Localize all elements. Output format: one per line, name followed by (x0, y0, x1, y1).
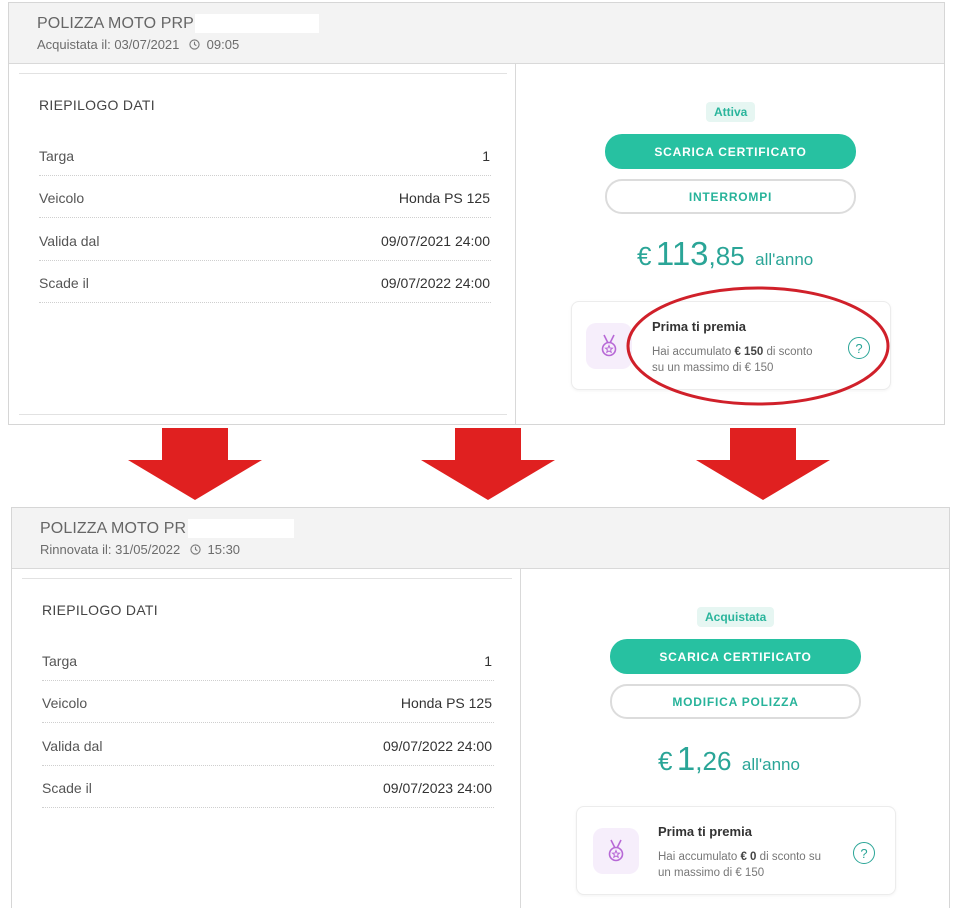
renewal-label: Rinnovata il: (40, 542, 112, 557)
row-value-valida: 09/07/2022 24:00 (383, 738, 492, 754)
price-decimal: ,85 (708, 241, 745, 271)
download-certificate-button[interactable]: SCARICA CERTIFICATO (605, 134, 856, 169)
renewal-info: Rinnovata il: 31/05/2022 15:30 (40, 542, 240, 557)
divider (22, 578, 512, 579)
row-separator (42, 680, 494, 681)
redaction-mask (188, 519, 294, 538)
modify-policy-button[interactable]: MODIFICA POLIZZA (610, 684, 861, 719)
purchase-time: 09:05 (206, 37, 240, 52)
row-label-veicolo: Veicolo (39, 190, 85, 206)
divider (19, 414, 507, 415)
row-label-veicolo: Veicolo (42, 695, 88, 711)
download-certificate-button[interactable]: SCARICA CERTIFICATO (610, 639, 861, 674)
policy-title: POLIZZA MOTO PRP (37, 15, 194, 32)
price-period: all'anno (755, 250, 814, 269)
summary-title: RIEPILOGO DATI (39, 97, 155, 113)
row-value-scade: 09/07/2022 24:00 (381, 275, 490, 291)
redaction-mask (195, 14, 319, 33)
row-value-valida: 09/07/2021 24:00 (381, 233, 490, 249)
medal-icon (601, 334, 617, 357)
row-separator (42, 807, 494, 808)
highlight-ellipse (626, 286, 890, 406)
policy-header: POLIZZA MOTO PR Rinnovata il: 31/05/2022… (12, 508, 949, 569)
reward-icon-box (593, 828, 639, 874)
reward-title: Prima ti premia (658, 824, 752, 839)
reward-box: Prima ti premia Hai accumulato € 0 di sc… (576, 806, 896, 895)
row-separator (39, 175, 491, 176)
row-label-targa: Targa (39, 148, 75, 164)
price-currency: € (637, 241, 652, 271)
price-currency: € (658, 746, 673, 776)
price-integer: 113 (655, 235, 709, 272)
interrupt-button[interactable]: INTERROMPI (605, 179, 856, 214)
row-label-scade: Scade il (39, 275, 89, 291)
price: € 113,85 all'anno (637, 235, 813, 273)
reward-pre: Hai accumulato (658, 851, 738, 863)
clock-icon (189, 39, 200, 50)
help-icon[interactable]: ? (853, 842, 875, 864)
policy-card-2: POLIZZA MOTO PR Rinnovata il: 31/05/2022… (11, 507, 950, 908)
divider (19, 73, 507, 74)
row-value-veicolo: Honda PS 125 (400, 695, 492, 711)
summary-panel: RIEPILOGO DATI Targa 1 Veicolo Honda PS … (9, 64, 516, 424)
status-badge: Acquistata (697, 607, 775, 627)
row-value-targa: 1 (484, 653, 492, 669)
policy-header: POLIZZA MOTO PRP Acquistata il: 03/07/20… (9, 3, 944, 64)
purchase-info: Acquistata il: 03/07/2021 09:05 (37, 37, 239, 52)
summary-title: RIEPILOGO DATI (42, 602, 158, 618)
row-separator (39, 302, 491, 303)
row-label-targa: Targa (42, 653, 78, 669)
status-badge: Attiva (706, 102, 756, 122)
renewal-date: 31/05/2022 (115, 542, 181, 557)
arrow-down-icon (421, 428, 555, 500)
row-separator (39, 217, 491, 218)
price-integer: 1 (676, 740, 696, 777)
arrow-down-icon (128, 428, 262, 500)
row-label-valida: Valida dal (39, 233, 100, 249)
purchase-label: Acquistata il: (37, 37, 111, 52)
row-label-scade: Scade il (42, 780, 92, 796)
summary-panel: RIEPILOGO DATI Targa 1 Veicolo Honda PS … (12, 569, 521, 908)
clock-icon (190, 544, 201, 555)
row-label-valida: Valida dal (42, 738, 103, 754)
renewal-time: 15:30 (207, 542, 241, 557)
price-period: all'anno (741, 755, 800, 774)
policy-title: POLIZZA MOTO PR (40, 520, 187, 537)
price-decimal: ,26 (695, 746, 732, 776)
arrow-down-icon (696, 428, 830, 500)
row-separator (39, 260, 491, 261)
reward-amount: € 0 (740, 851, 757, 863)
row-value-targa: 1 (482, 148, 490, 164)
row-separator (42, 765, 494, 766)
price: € 1,26 all'anno (658, 740, 800, 778)
row-separator (42, 722, 494, 723)
purchase-date: 03/07/2021 (114, 37, 180, 52)
reward-mid: di sconto su (759, 851, 822, 863)
medal-icon (608, 839, 624, 862)
row-value-veicolo: Honda PS 125 (398, 190, 490, 206)
reward-text: Hai accumulato € 0 di sconto su un massi… (658, 849, 858, 881)
reward-post: un massimo di € 150 (658, 867, 765, 879)
row-value-scade: 09/07/2023 24:00 (383, 780, 492, 796)
